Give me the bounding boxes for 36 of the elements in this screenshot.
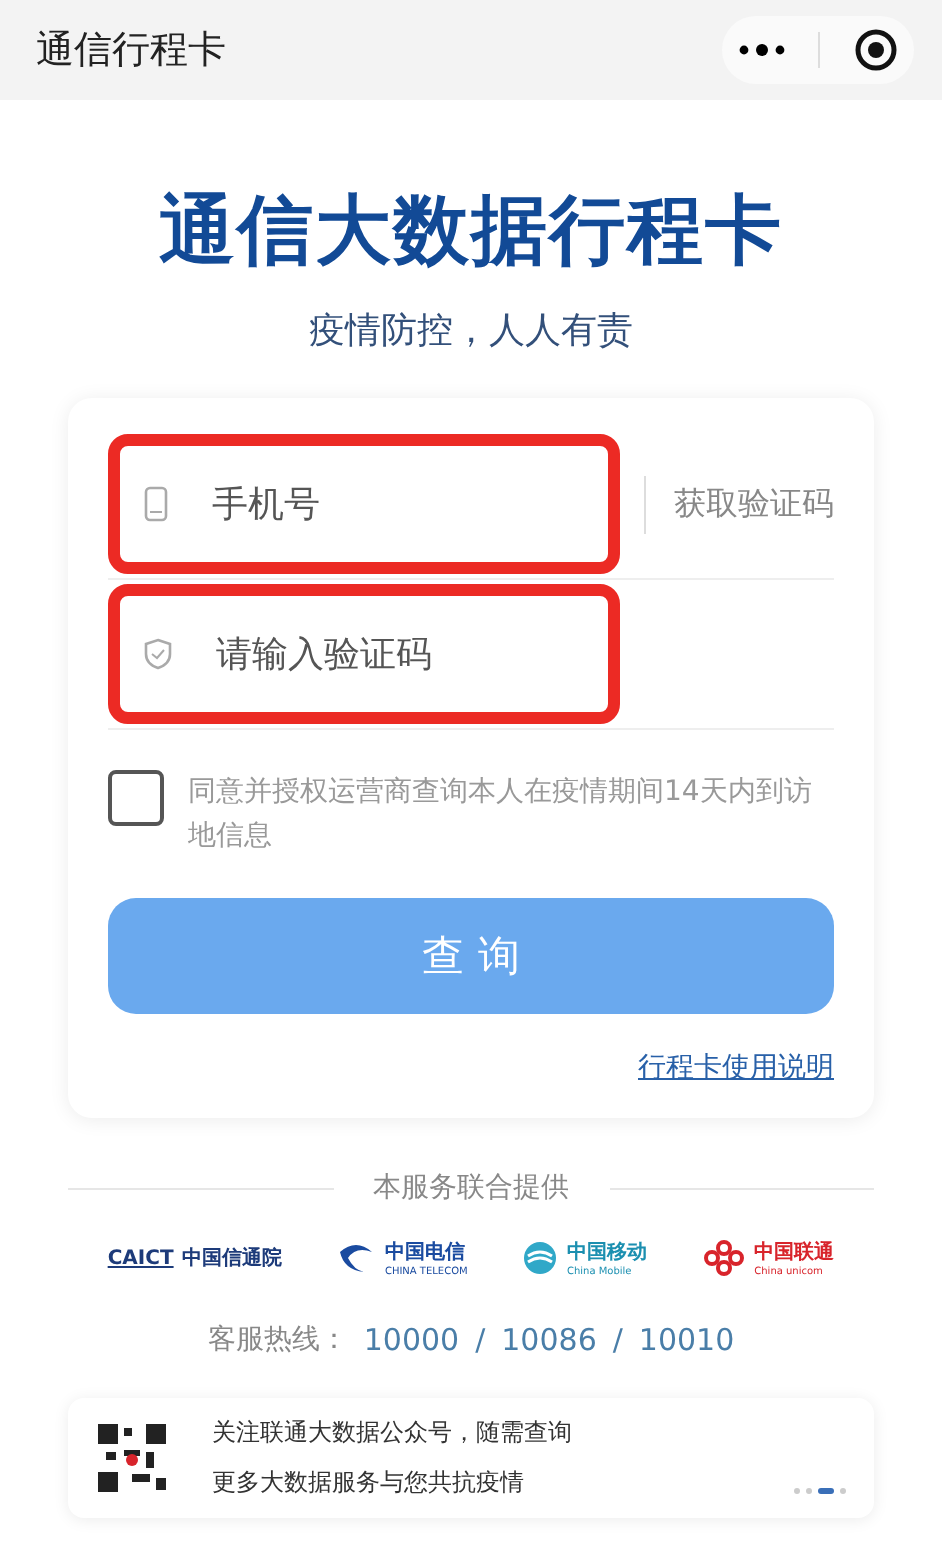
consent-checkbox[interactable] [108, 770, 164, 826]
promo-banner[interactable]: 关注联通大数据公众号，随需查询 更多大数据服务与您共抗疫情 [68, 1398, 874, 1518]
phone-input[interactable]: 手机号 [208, 481, 516, 527]
logo-name: 中国联通 [754, 1239, 835, 1266]
logo-mark: CAICT [107, 1247, 174, 1269]
swirl-logo-icon [336, 1242, 377, 1274]
nav-title: 通信行程卡 [36, 26, 226, 76]
help-link[interactable]: 行程卡使用说明 [638, 1050, 834, 1086]
code-input[interactable]: 请输入验证码 [212, 631, 520, 677]
sphere-logo-icon [522, 1240, 559, 1276]
hotline-number[interactable]: 10010 [638, 1322, 735, 1358]
carousel-dot[interactable] [840, 1488, 846, 1494]
carousel-dot[interactable] [794, 1488, 800, 1494]
close-target-icon[interactable] [853, 28, 898, 72]
slogan: 疫情防控，人人有责 [309, 308, 633, 354]
more-icon[interactable] [738, 44, 787, 56]
carousel-dot[interactable] [806, 1488, 812, 1494]
logo-name: 中国电信 [384, 1239, 465, 1266]
hotline-label: 客服热线： [207, 1322, 348, 1358]
providers-heading: 本服务联合提供 [373, 1170, 569, 1206]
get-code-button[interactable]: 获取验证码 [644, 475, 834, 533]
knot-logo-icon [702, 1240, 747, 1276]
banner-line: 更多大数据服务与您共抗疫情 [212, 1466, 526, 1500]
separator: / [612, 1322, 623, 1358]
query-button[interactable]: 查 询 [108, 898, 834, 1014]
phone-icon [144, 486, 168, 522]
banner-line: 关注联通大数据公众号，随需查询 [212, 1416, 572, 1450]
hotline-number[interactable]: 10086 [501, 1322, 597, 1358]
shield-icon [144, 638, 172, 670]
logo-name: 中国信通院 [181, 1245, 282, 1272]
logo-name: 中国移动 [566, 1239, 647, 1266]
page-title: 通信大数据行程卡 [159, 184, 783, 278]
qr-code-icon [96, 1422, 168, 1494]
separator: / [475, 1322, 486, 1358]
consent-text: 同意并授权运营商查询本人在疫情期间14天内到访地信息 [188, 774, 814, 856]
hotline-number[interactable]: 10000 [363, 1322, 460, 1358]
